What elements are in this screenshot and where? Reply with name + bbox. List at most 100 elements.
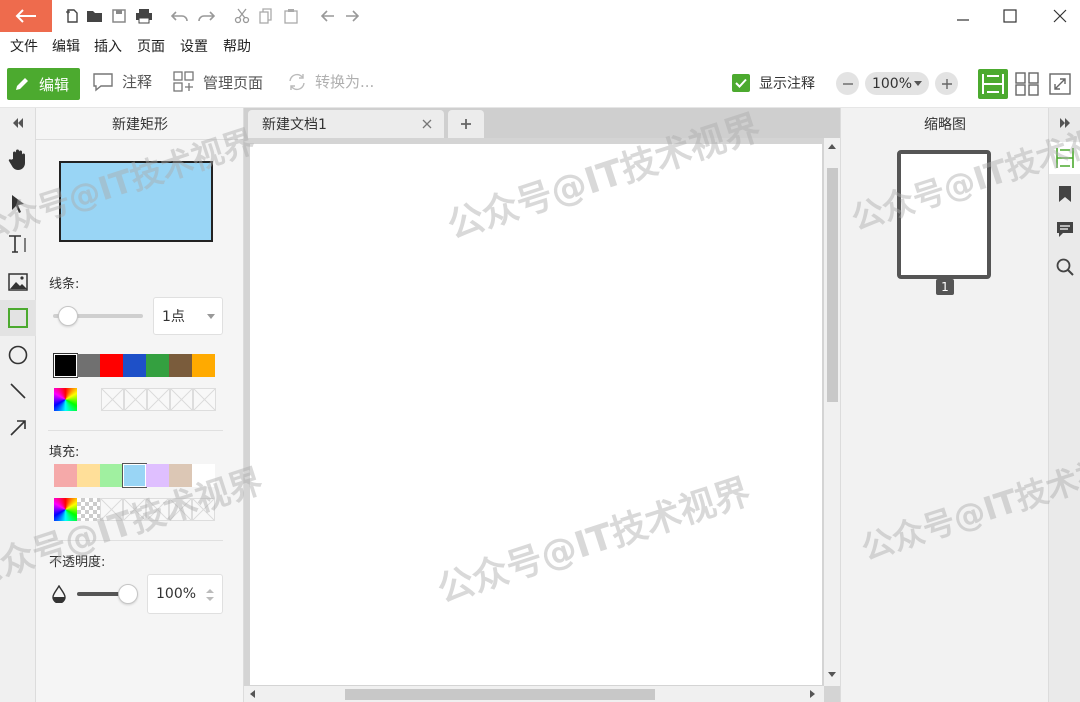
ellipse-tool[interactable] bbox=[0, 337, 36, 373]
fill-color-swatch-green[interactable] bbox=[100, 464, 123, 487]
text-cursor-icon bbox=[9, 235, 26, 253]
tool-strip bbox=[0, 108, 36, 702]
close-button[interactable] bbox=[1035, 0, 1080, 32]
color-picker-icon[interactable] bbox=[54, 388, 77, 411]
custom-color-slot[interactable] bbox=[192, 498, 215, 521]
zoom-in-button[interactable] bbox=[935, 72, 958, 95]
annotate-button[interactable]: 注释 bbox=[92, 71, 152, 92]
line-color-swatch-brown[interactable] bbox=[169, 354, 192, 377]
custom-color-slot[interactable] bbox=[169, 498, 192, 521]
back-button[interactable] bbox=[0, 0, 52, 32]
line-width-select[interactable]: 1点 bbox=[153, 297, 223, 335]
custom-color-slot[interactable] bbox=[101, 388, 124, 411]
horizontal-scrollbar[interactable] bbox=[244, 686, 824, 702]
fill-color-swatch-pink[interactable] bbox=[54, 464, 77, 487]
line-color-swatch-gray[interactable] bbox=[77, 354, 100, 377]
line-color-swatch-green[interactable] bbox=[146, 354, 169, 377]
fill-color-swatch-white[interactable] bbox=[192, 464, 215, 487]
manage-pages-label: 管理页面 bbox=[203, 73, 264, 92]
text-tool[interactable] bbox=[0, 226, 36, 262]
maximize-button[interactable] bbox=[985, 0, 1035, 32]
menu-file[interactable]: 文件 bbox=[10, 36, 38, 56]
line-width-slider-knob[interactable] bbox=[58, 306, 78, 326]
cut-icon[interactable] bbox=[232, 6, 252, 26]
convert-button[interactable]: 转换为... bbox=[287, 71, 374, 92]
line-color-swatch-red[interactable] bbox=[100, 354, 123, 377]
zoom-select[interactable]: 100% bbox=[865, 72, 929, 95]
line-color-swatch-blue[interactable] bbox=[123, 354, 146, 377]
nav-back-icon[interactable] bbox=[318, 6, 338, 26]
menu-insert[interactable]: 插入 bbox=[94, 36, 122, 56]
new-file-icon[interactable] bbox=[62, 6, 82, 26]
custom-color-slot[interactable] bbox=[100, 498, 123, 521]
scroll-down-icon[interactable] bbox=[828, 672, 836, 678]
new-tab-button[interactable] bbox=[448, 110, 484, 138]
open-folder-icon[interactable] bbox=[85, 6, 105, 26]
tab-document[interactable]: 新建文档1 bbox=[248, 110, 444, 138]
thumbnails-panel-button[interactable] bbox=[1049, 142, 1080, 174]
vertical-scrollbar[interactable] bbox=[824, 138, 840, 686]
menu-settings[interactable]: 设置 bbox=[180, 36, 208, 56]
color-picker-icon[interactable] bbox=[54, 498, 77, 521]
scroll-up-icon[interactable] bbox=[828, 143, 836, 149]
custom-color-slot[interactable] bbox=[170, 388, 193, 411]
line-color-swatch-black[interactable] bbox=[53, 353, 78, 378]
hand-tool[interactable] bbox=[0, 142, 36, 178]
transparent-fill-icon[interactable] bbox=[77, 498, 100, 521]
arrow-tool[interactable] bbox=[0, 410, 36, 446]
menu-edit[interactable]: 编辑 bbox=[52, 36, 80, 56]
minimize-button[interactable] bbox=[938, 0, 988, 32]
checkbox-checked-icon[interactable] bbox=[732, 74, 750, 92]
hand-icon bbox=[8, 149, 25, 170]
manage-pages-button[interactable]: 管理页面 bbox=[173, 71, 263, 93]
paste-icon[interactable] bbox=[281, 6, 301, 26]
fullscreen-button[interactable] bbox=[1045, 69, 1075, 99]
print-icon[interactable] bbox=[134, 6, 154, 26]
scroll-left-icon[interactable] bbox=[249, 690, 255, 698]
redo-icon[interactable] bbox=[196, 6, 216, 26]
line-color-swatch-orange[interactable] bbox=[192, 354, 215, 377]
fit-width-view-button[interactable] bbox=[978, 69, 1008, 99]
fill-label: 填充: bbox=[49, 445, 80, 460]
comments-panel-button[interactable] bbox=[1049, 214, 1080, 246]
double-chevron-left-icon bbox=[13, 118, 23, 128]
custom-color-slot[interactable] bbox=[123, 498, 146, 521]
collapse-panel-button[interactable] bbox=[0, 108, 36, 138]
opacity-value: 100% bbox=[156, 586, 197, 602]
custom-color-slot[interactable] bbox=[146, 498, 169, 521]
expand-panel-button[interactable] bbox=[1049, 110, 1080, 136]
custom-color-slot[interactable] bbox=[147, 388, 170, 411]
zoom-out-button[interactable] bbox=[836, 72, 859, 95]
show-annotations-toggle[interactable]: 显示注释 bbox=[732, 73, 815, 93]
multi-page-view-button[interactable] bbox=[1012, 69, 1042, 99]
custom-color-slot[interactable] bbox=[193, 388, 216, 411]
undo-icon[interactable] bbox=[170, 6, 190, 26]
save-icon[interactable] bbox=[109, 6, 129, 26]
bookmarks-panel-button[interactable] bbox=[1049, 178, 1080, 210]
fill-color-swatch-blue[interactable] bbox=[122, 463, 147, 488]
search-panel-button[interactable] bbox=[1049, 251, 1080, 283]
document-page[interactable] bbox=[250, 144, 822, 685]
rectangle-tool[interactable] bbox=[0, 300, 36, 336]
menu-help[interactable]: 帮助 bbox=[223, 36, 251, 56]
page-thumbnail[interactable] bbox=[897, 150, 991, 279]
select-tool[interactable] bbox=[0, 186, 36, 222]
nav-forward-icon[interactable] bbox=[342, 6, 362, 26]
line-color-swatches bbox=[53, 353, 215, 378]
opacity-slider-knob[interactable] bbox=[118, 584, 138, 604]
opacity-input[interactable]: 100% bbox=[147, 574, 223, 614]
edit-mode-button[interactable]: 编辑 bbox=[7, 68, 80, 100]
vertical-scroll-thumb[interactable] bbox=[827, 168, 838, 402]
horizontal-scroll-thumb[interactable] bbox=[345, 689, 655, 700]
menu-page[interactable]: 页面 bbox=[137, 36, 165, 56]
fill-color-swatch-purple[interactable] bbox=[146, 464, 169, 487]
copy-icon[interactable] bbox=[256, 6, 276, 26]
scroll-right-icon[interactable] bbox=[810, 690, 816, 698]
fill-color-swatch-tan[interactable] bbox=[169, 464, 192, 487]
close-tab-icon[interactable] bbox=[422, 119, 432, 129]
image-tool[interactable] bbox=[0, 264, 36, 300]
thumbnail-title: 缩略图 bbox=[924, 117, 966, 133]
custom-color-slot[interactable] bbox=[124, 388, 147, 411]
fill-color-swatch-yellow[interactable] bbox=[77, 464, 100, 487]
line-tool[interactable] bbox=[0, 373, 36, 409]
